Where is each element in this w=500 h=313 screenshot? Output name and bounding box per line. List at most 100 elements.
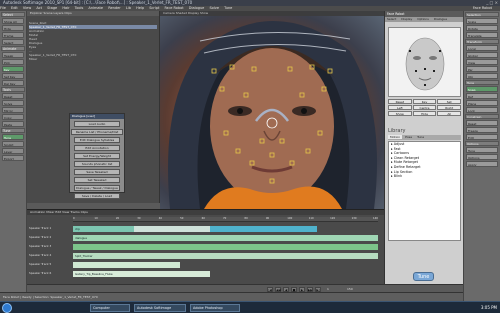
panel-tab[interactable]: Dialogue bbox=[432, 17, 449, 21]
taskbar-item[interactable]: Autodesk Softimage bbox=[134, 304, 186, 312]
right-tool-button[interactable]: Par bbox=[466, 66, 498, 72]
right-section-header[interactable]: Constrain bbox=[465, 114, 499, 119]
end-frame[interactable]: 150 bbox=[347, 287, 353, 291]
right-tool-button[interactable]: Plane bbox=[466, 100, 498, 106]
mixer-clip[interactable]: Split_Tracker bbox=[73, 253, 180, 259]
3d-viewport[interactable]: Camera Shaded Display Show bbox=[160, 11, 384, 209]
preview-button[interactable]: Centre bbox=[412, 105, 437, 110]
menu-item[interactable]: View bbox=[23, 6, 31, 10]
left-tool-button[interactable]: Reset bbox=[2, 93, 24, 99]
right-section-header[interactable]: Selection bbox=[465, 12, 499, 17]
left-tool-button[interactable]: Tweak bbox=[2, 52, 24, 58]
mixer-ruler[interactable]: 0 10 20 30 40 50 60 70 80 90 100 110 120 130 140 bbox=[73, 217, 378, 222]
right-tool-button[interactable]: Local bbox=[466, 45, 498, 51]
dialog-button[interactable]: Edit Annotation bbox=[74, 145, 120, 151]
left-tool-button[interactable]: Key bbox=[2, 66, 24, 72]
start-button[interactable] bbox=[2, 303, 12, 313]
dialog-button[interactable]: Save Tweaked bbox=[74, 169, 120, 175]
right-section-header[interactable]: Options bbox=[465, 141, 499, 146]
menu-item[interactable]: Render bbox=[108, 6, 120, 10]
mixer-clip[interactable] bbox=[210, 226, 317, 232]
preview-button[interactable]: Left bbox=[388, 105, 412, 110]
right-tool-button[interactable]: Edit bbox=[466, 134, 498, 140]
left-tool-button[interactable]: Sculpt bbox=[2, 141, 24, 147]
menu-item[interactable]: Tune bbox=[224, 6, 232, 10]
preview-button[interactable]: Key bbox=[412, 99, 437, 104]
mixer-track[interactable]: Speaker Track 3 bbox=[29, 243, 381, 250]
left-tool-button[interactable]: Layer bbox=[2, 148, 24, 154]
menu-item[interactable]: Act bbox=[36, 6, 42, 10]
dialog-button[interactable]: Edit Dialogue Syllables bbox=[74, 137, 120, 143]
mixer-track[interactable]: Speaker Track 2 dialogue bbox=[29, 234, 381, 241]
mixer-clip[interactable] bbox=[73, 262, 180, 268]
preview-button[interactable]: Show bbox=[388, 111, 412, 116]
mixer-clip[interactable] bbox=[134, 226, 211, 232]
menu-item[interactable]: Help bbox=[136, 6, 144, 10]
viewport-header[interactable]: Camera Shaded Display Show bbox=[160, 11, 384, 16]
dialog-button[interactable]: Set Tweaked bbox=[74, 177, 120, 183]
dialog-button[interactable]: Dialogue / Tweak / Dialogue bbox=[74, 185, 120, 191]
left-tool-button[interactable]: Mirror bbox=[2, 107, 24, 113]
left-section-header[interactable]: Select bbox=[1, 12, 25, 17]
library-tab[interactable]: Motion bbox=[388, 135, 403, 139]
right-tool-button[interactable]: Reset bbox=[466, 120, 498, 126]
mixer-track[interactable]: Speaker Track 4 Split_Tracker bbox=[29, 252, 381, 259]
left-section-header[interactable]: Tune bbox=[1, 128, 25, 133]
taskbar-item[interactable]: Adobe Photoshop bbox=[190, 304, 240, 312]
preview-button[interactable]: Right bbox=[437, 105, 462, 110]
menu-item[interactable]: Face Robot bbox=[164, 6, 183, 10]
mixer-clip[interactable]: clip bbox=[73, 226, 134, 232]
menu-item[interactable]: Stage bbox=[47, 6, 57, 10]
right-section-header[interactable]: Transform bbox=[465, 39, 499, 44]
panel-tab[interactable]: Select bbox=[385, 17, 398, 21]
taskbar-item[interactable]: Computer bbox=[90, 304, 130, 312]
menu-item[interactable]: Dialogue bbox=[189, 6, 205, 10]
mixer-clip[interactable]: dialogue bbox=[73, 235, 378, 241]
mixer-clip[interactable] bbox=[179, 253, 378, 259]
dialog-button[interactable]: Rename List / Phoneme/Dist bbox=[71, 129, 123, 135]
menu-item[interactable]: Solve bbox=[209, 6, 219, 10]
mixer-track[interactable]: Speaker Track 5 bbox=[29, 261, 381, 268]
right-tool-button[interactable]: Translate bbox=[466, 32, 498, 38]
menu-item[interactable]: Hair bbox=[62, 6, 69, 10]
panel-tab[interactable]: Display bbox=[399, 17, 414, 21]
right-tool-button[interactable]: Obj bbox=[466, 73, 498, 79]
left-tool-button[interactable]: Hide bbox=[2, 25, 24, 31]
right-tool-button[interactable]: Freeze bbox=[466, 127, 498, 133]
right-tool-button[interactable]: Scale bbox=[466, 18, 498, 24]
right-tool-button[interactable]: Options bbox=[466, 154, 498, 160]
mixer-header[interactable]: Animation Mixer Edit View Tracks Clips bbox=[27, 210, 384, 215]
panel-tab[interactable]: Options bbox=[415, 17, 431, 21]
library-tab[interactable]: Tune bbox=[415, 135, 426, 139]
mixer-clip[interactable]: Gallery_Tip_Baseline_Fluke bbox=[73, 271, 211, 277]
menu-item[interactable]: Script bbox=[149, 6, 159, 10]
mixer-track[interactable]: Speaker Track 1 clip bbox=[29, 225, 381, 232]
left-tool-button[interactable]: Paste bbox=[2, 121, 24, 127]
menu-item[interactable]: Tools bbox=[75, 6, 84, 10]
menu-item[interactable]: Animate bbox=[88, 6, 103, 10]
preview-button[interactable]: Hide bbox=[412, 111, 437, 116]
tune-button[interactable]: Tune bbox=[413, 272, 434, 281]
face-preview[interactable] bbox=[388, 27, 461, 97]
menu-item[interactable]: File bbox=[0, 6, 6, 10]
left-section-header[interactable]: Animate bbox=[1, 46, 25, 51]
library-tab[interactable]: Pose bbox=[403, 135, 414, 139]
current-frame[interactable]: 1 bbox=[327, 287, 329, 291]
mixer-clip[interactable] bbox=[73, 244, 378, 250]
tree-item[interactable]: Mixer bbox=[29, 57, 157, 61]
menu-item[interactable]: Edit bbox=[11, 6, 18, 10]
right-tool-button[interactable]: View bbox=[466, 59, 498, 65]
left-tool-button[interactable]: Set Key bbox=[2, 73, 24, 79]
dialog-button[interactable]: Set Energy/Weight bbox=[74, 153, 120, 159]
right-tool-button[interactable]: Apply bbox=[466, 161, 498, 167]
menu-item[interactable]: Lib bbox=[126, 6, 131, 10]
left-tool-button[interactable]: Tune bbox=[2, 134, 24, 140]
right-tool-button[interactable]: Ref bbox=[466, 93, 498, 99]
dialog-button[interactable]: Load Audio bbox=[74, 121, 120, 127]
left-tool-button[interactable]: Copy bbox=[2, 114, 24, 120]
dialog-button[interactable]: Sounds phonetic list bbox=[74, 161, 120, 167]
preview-button[interactable]: Reset bbox=[388, 99, 412, 104]
left-tool-button[interactable]: Export bbox=[2, 155, 24, 161]
right-section-header[interactable]: Tune bbox=[465, 80, 499, 85]
dialog-button[interactable]: Save / Delete / Load bbox=[74, 193, 120, 199]
